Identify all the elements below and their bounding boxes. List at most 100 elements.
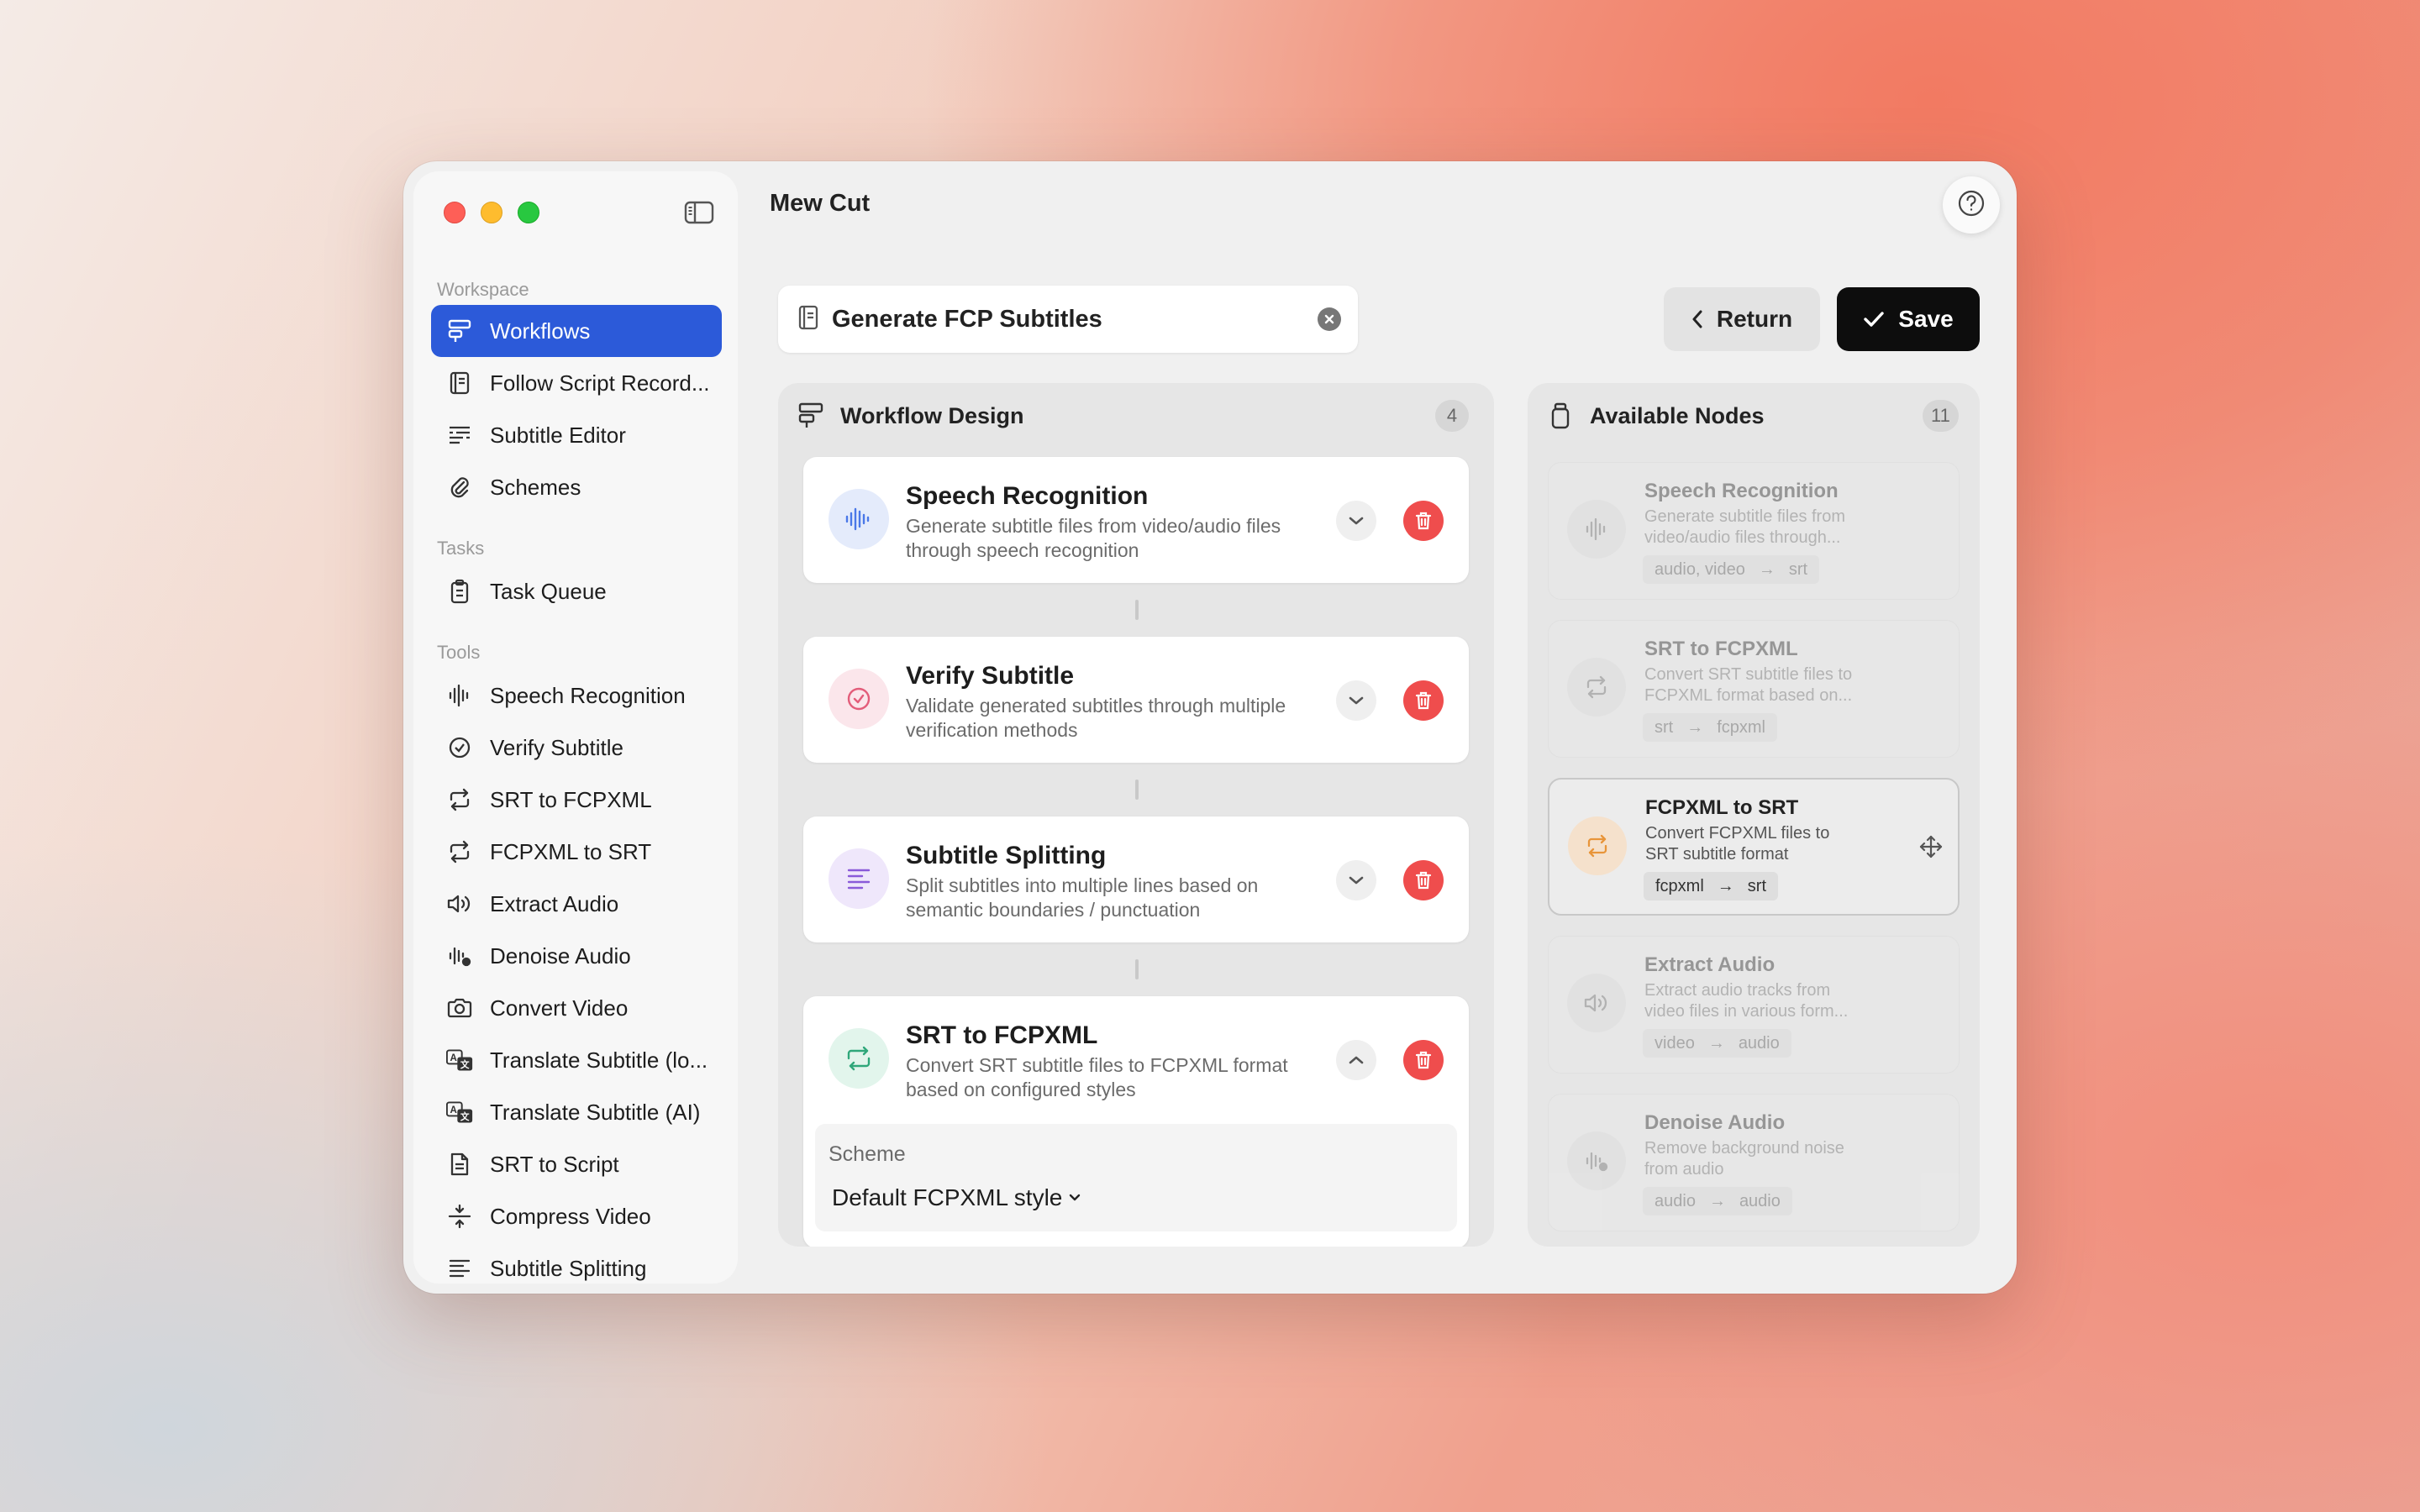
delete-step-button[interactable]	[1403, 680, 1444, 721]
close-window-button[interactable]	[444, 202, 466, 223]
zoom-window-button[interactable]	[518, 202, 539, 223]
sidebar-item-extract-audio[interactable]: Extract Audio	[431, 878, 722, 930]
input-type: video	[1655, 1033, 1695, 1053]
compress-icon	[446, 1203, 473, 1230]
input-type: audio, video	[1655, 559, 1745, 579]
svg-text:A: A	[450, 1053, 457, 1063]
sidebar-item-fcpxml-to-srt[interactable]: FCPXML to SRT	[431, 826, 722, 878]
sidebar-item-task-queue[interactable]: Task Queue	[431, 565, 722, 617]
node-description: Remove background noise from audio	[1644, 1139, 1844, 1179]
step-title: Subtitle Splitting	[906, 842, 1107, 869]
delete-step-button[interactable]	[1403, 501, 1444, 541]
workflow-name-field[interactable]: Generate FCP Subtitles	[778, 286, 1358, 353]
workspace-section-label: Workspace	[437, 279, 529, 300]
sidebar-item-workflows[interactable]: Workflows	[431, 305, 722, 357]
node-card: SRT to FCPXML Convert SRT subtitle files…	[1548, 620, 1960, 758]
panel-title: Workflow Design	[840, 402, 1024, 428]
expand-step-button[interactable]	[1336, 501, 1376, 541]
sidebar-item-label: Convert Video	[490, 995, 629, 1021]
workflow-design-header: Workflow Design	[797, 402, 1024, 430]
chevron-left-icon	[1691, 309, 1703, 329]
svg-text:文: 文	[460, 1059, 470, 1070]
scheme-select[interactable]: Default FCPXML style	[832, 1184, 1081, 1211]
sidebar-item-subtitle-editor[interactable]: Subtitle Editor	[431, 409, 722, 461]
arrow-right-icon: →	[1758, 559, 1776, 579]
step-title: Verify Subtitle	[906, 662, 1075, 690]
expand-step-button[interactable]	[1336, 860, 1376, 900]
tools-section-label: Tools	[437, 642, 481, 663]
node-card[interactable]: FCPXML to SRT Convert FCPXML files to SR…	[1548, 778, 1960, 916]
sidebar-item-label: SRT to Script	[490, 1151, 619, 1177]
sidebar-item-label: Schemes	[490, 474, 581, 500]
jar-icon	[1546, 402, 1575, 430]
trash-icon	[1414, 870, 1433, 890]
workflow-step-card[interactable]: Speech Recognition Generate subtitle fil…	[803, 457, 1469, 583]
question-mark-icon	[1957, 189, 1986, 222]
sidebar-item-label: Denoise Audio	[490, 942, 631, 969]
sidebar-item-label: SRT to FCPXML	[490, 786, 652, 812]
collapse-step-button[interactable]	[1336, 1040, 1376, 1080]
output-type: srt	[1747, 876, 1767, 895]
output-type: audio	[1738, 1033, 1780, 1053]
delete-step-button[interactable]	[1403, 1040, 1444, 1080]
sidebar: Workspace Workflows Follow Script Record…	[413, 171, 738, 1284]
sidebar-item-srt-to-fcpxml[interactable]: SRT to FCPXML	[431, 774, 722, 826]
convert-arrows-icon	[446, 838, 473, 865]
chevron-down-icon	[1069, 1194, 1081, 1202]
workflow-design-panel: Workflow Design 4 Speech Recognition Gen…	[778, 383, 1494, 1247]
chevron-down-icon	[1348, 516, 1365, 526]
workflow-step-card[interactable]: SRT to FCPXML Convert SRT subtitle files…	[803, 996, 1469, 1247]
sidebar-item-srt-to-script[interactable]: SRT to Script	[431, 1138, 722, 1190]
check-circle-icon	[829, 669, 889, 729]
waveform-icon	[1567, 500, 1626, 559]
workflow-icon	[797, 402, 825, 430]
node-title: Extract Audio	[1644, 953, 1776, 976]
save-button[interactable]: Save	[1837, 287, 1980, 351]
waveform-icon	[446, 682, 473, 709]
available-nodes-panel: Available Nodes 11 Speech Recognition Ge…	[1528, 383, 1980, 1247]
sidebar-item-label: Subtitle Splitting	[490, 1255, 647, 1281]
sidebar-item-label: Compress Video	[490, 1203, 651, 1229]
input-type: srt	[1655, 717, 1674, 737]
step-description: Validate generated subtitles through mul…	[906, 695, 1286, 741]
sidebar-item-label: Translate Subtitle (lo...	[490, 1047, 708, 1073]
sidebar-item-verify-subtitle[interactable]: Verify Subtitle	[431, 722, 722, 774]
move-handle-icon[interactable]	[1918, 833, 1944, 860]
svg-text:A: A	[450, 1105, 457, 1116]
sidebar-item-convert-video[interactable]: Convert Video	[431, 982, 722, 1034]
sidebar-item-translate-subtitle-local[interactable]: A文 Translate Subtitle (lo...	[431, 1034, 722, 1086]
node-card: Speech Recognition Generate subtitle fil…	[1548, 462, 1960, 600]
step-count-badge: 4	[1435, 400, 1469, 432]
minimize-window-button[interactable]	[481, 202, 502, 223]
sidebar-item-label: Subtitle Editor	[490, 422, 626, 448]
chevron-down-icon	[1348, 875, 1365, 885]
io-chip: audio, video → srt	[1643, 555, 1820, 584]
workflow-step-card[interactable]: Verify Subtitle Validate generated subti…	[803, 637, 1469, 763]
workflow-step-card[interactable]: Subtitle Splitting Split subtitles into …	[803, 816, 1469, 942]
output-type: srt	[1788, 559, 1808, 579]
help-button[interactable]	[1943, 176, 2000, 234]
output-type: audio	[1739, 1191, 1781, 1210]
scheme-settings: Scheme Default FCPXML style	[815, 1124, 1457, 1231]
clear-field-button[interactable]	[1318, 307, 1341, 331]
sidebar-item-compress-video[interactable]: Compress Video	[431, 1190, 722, 1242]
io-chip: audio → audio	[1643, 1187, 1792, 1215]
sidebar-item-translate-subtitle-ai[interactable]: A文 Translate Subtitle (AI)	[431, 1086, 722, 1138]
sidebar-item-follow-script[interactable]: Follow Script Record...	[431, 357, 722, 409]
sidebar-item-denoise-audio[interactable]: Denoise Audio	[431, 930, 722, 982]
sidebar-item-label: Extract Audio	[490, 890, 619, 916]
arrow-right-icon: →	[1708, 1191, 1726, 1210]
sidebar-item-label: Verify Subtitle	[490, 734, 623, 760]
scheme-label: Scheme	[829, 1142, 906, 1166]
step-connector	[1135, 780, 1139, 800]
app-window: Workspace Workflows Follow Script Record…	[403, 161, 2017, 1294]
workflow-icon	[446, 318, 473, 344]
sidebar-item-schemes[interactable]: Schemes	[431, 461, 722, 513]
node-card: Denoise Audio Remove background noise fr…	[1548, 1094, 1960, 1231]
return-button[interactable]: Return	[1664, 287, 1820, 351]
sidebar-item-speech-recognition[interactable]: Speech Recognition	[431, 669, 722, 722]
sidebar-item-subtitle-splitting[interactable]: Subtitle Splitting	[431, 1242, 722, 1294]
delete-step-button[interactable]	[1403, 860, 1444, 900]
sidebar-toggle-icon[interactable]	[684, 200, 714, 225]
expand-step-button[interactable]	[1336, 680, 1376, 721]
